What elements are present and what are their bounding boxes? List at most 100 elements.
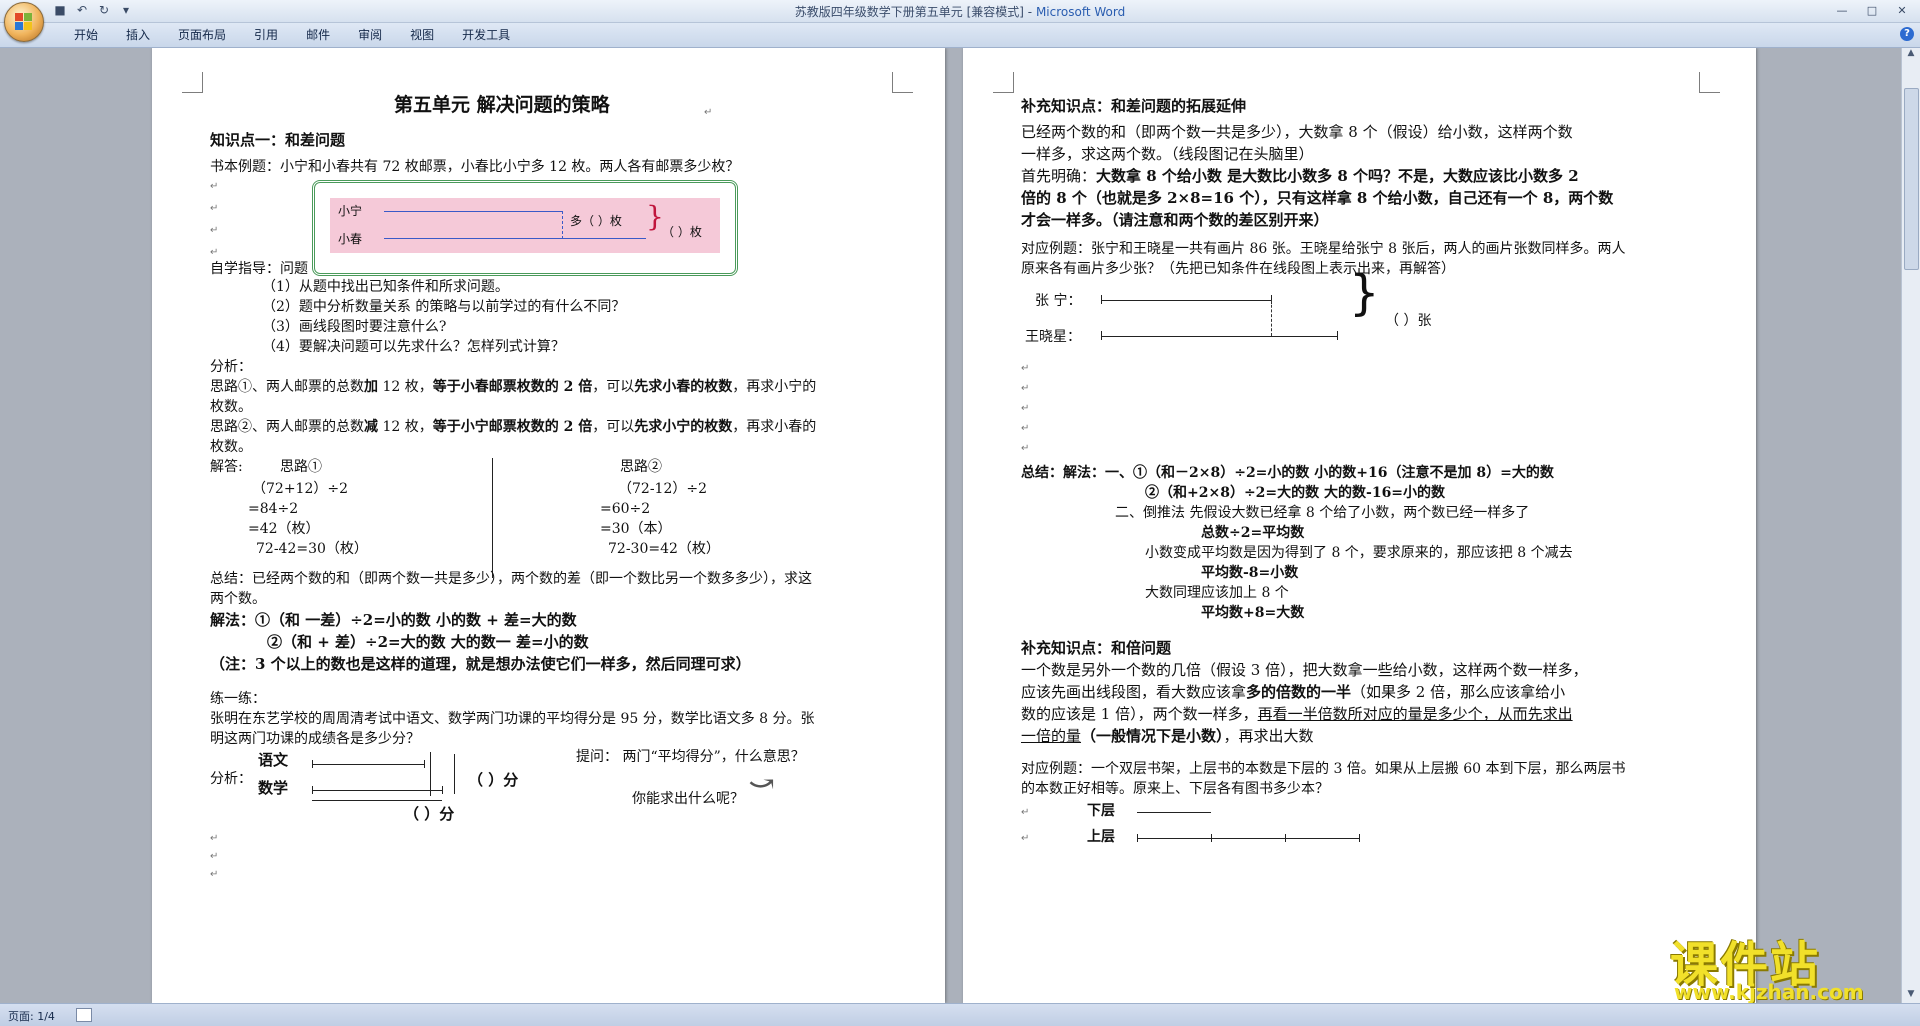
close-icon[interactable]: ✕: [1888, 2, 1916, 19]
segment-tick: [1359, 834, 1360, 842]
scrollbar-thumb[interactable]: [1904, 88, 1919, 270]
guide-heading: 自学指导：问题: [210, 261, 308, 277]
idea-1-part: 先求小春的枚数: [634, 379, 733, 395]
solution-1-line: =84÷2: [248, 501, 299, 517]
paragraph-line: 一个数是另外一个数的几倍（假设 3 倍），把大数拿一些给小数，这样两个数一样多，: [1021, 661, 1588, 679]
solution-2-line: 72-30=42（枚）: [608, 541, 720, 557]
paragraph-line: 首先明确：大数拿 8 个给小数 是大数比小数多 8 个吗？不是，大数应该比小数多…: [1021, 166, 1579, 186]
solution-divider: [492, 458, 493, 578]
paragraph-line: 已经两个数的和（即两个数一共是多少），大数拿 8 个（假设）给小数，这样两个数: [1021, 123, 1573, 141]
idea-1-part: 加: [364, 379, 378, 395]
idea-1-part: 思路①、两人邮票的总数: [210, 379, 364, 395]
status-bar: 页面: 1/4: [0, 1003, 1920, 1026]
paragraph-mark: ↵: [1021, 423, 1030, 434]
document-page-1[interactable]: 第五单元 解决问题的策略 ↵ 知识点一：和差问题 书本例题：小宁和小春共有 72…: [152, 48, 945, 1003]
summary-line-2: 两个数。: [210, 591, 266, 607]
paragraph-part: 一倍的量: [1021, 727, 1082, 745]
paragraph-line: 数的应该是 1 倍），两个数一样多，再看一半倍数所对应的量是多少个，从而先求出: [1021, 704, 1573, 724]
score-blank-1: （ ）分: [468, 771, 519, 789]
tab-references[interactable]: 引用: [240, 27, 292, 43]
question-followup: 你能求出什么呢？: [632, 791, 744, 807]
paragraph-part: 再看一半倍数所对应的量是多少个，从而先求出: [1257, 705, 1573, 723]
section-heading: 补充知识点：和差问题的拓展延伸: [1021, 97, 1247, 115]
idea-2-part: 先求小宁的枚数: [634, 419, 733, 435]
help-icon[interactable]: ?: [1900, 27, 1914, 41]
analysis-label: 分析：: [210, 359, 252, 375]
summary-part: ①（和－2×8）÷2=小的数 小的数+16（注意不是加 8）=大的数: [1133, 465, 1554, 481]
proofing-icon[interactable]: [76, 1008, 92, 1022]
watermark-logo: 课件站 www.kjzhan.com: [1654, 925, 1916, 1004]
summary-part: 总结：解法：一、: [1021, 465, 1133, 481]
segment-upper: [1137, 838, 1359, 839]
tab-review[interactable]: 审阅: [344, 27, 396, 43]
tab-mailings[interactable]: 邮件: [292, 27, 344, 43]
idea-2-part: 12 枚，: [378, 419, 433, 435]
idea-2-part: ，可以: [592, 419, 635, 435]
idea-1-line-1: 思路①、两人邮票的总数加 12 枚，等于小春邮票枚数的 2 倍，可以先求小春的枚…: [210, 378, 816, 396]
idea-2-part: 思路②、两人邮票的总数: [210, 419, 364, 435]
paragraph-mark: ↵: [704, 107, 713, 118]
label-upper-shelf: 上层: [1087, 829, 1115, 845]
tab-home[interactable]: 开始: [60, 27, 112, 43]
paragraph-part: （如果多 2 倍，那么应该拿给小: [1351, 683, 1566, 701]
segment-tick: [1137, 834, 1138, 842]
idea-2-part: 等于小宁邮票枚数的 2 倍: [432, 419, 593, 435]
paragraph-mark: ↵: [1021, 833, 1030, 844]
summary-line-1: 总结：已经两个数的和（即两个数一共是多少），两个数的差（即一个数比另一个数多多少…: [210, 571, 812, 587]
question-3: （3）画线段图时要注意什么?: [262, 319, 447, 335]
idea-2-line-2: 枚数。: [210, 439, 252, 455]
segment-tick: [430, 752, 431, 796]
vertical-scrollbar[interactable]: ▲ ▼: [1901, 48, 1920, 1003]
maximize-icon[interactable]: □: [1858, 2, 1886, 19]
note-text: （注：3 个以上的数也是这样的道理，就是想办法使它们一样多，然后同理可求）: [210, 655, 751, 673]
paragraph-mark: ↵: [1021, 383, 1030, 394]
segment-chinese: [312, 764, 424, 765]
segment-xiaochun: [384, 238, 646, 239]
summary-line: 总结：解法：一、①（和－2×8）÷2=小的数 小的数+16（注意不是加 8）=大…: [1021, 464, 1554, 482]
section-heading: 补充知识点：和倍问题: [1021, 639, 1172, 657]
segment-zhangning: [1101, 300, 1271, 301]
solution-1-line: =42（枚）: [248, 521, 320, 537]
paragraph-line: 才会一样多。（请注意和两个数的差区别开来）: [1021, 211, 1329, 229]
question-1: （1）从题中找出已知条件和所求问题。: [262, 279, 509, 295]
segment-wangxiaoxing: [1101, 336, 1337, 337]
paragraph-mark: ↵: [1021, 403, 1030, 414]
bracket-line: [454, 754, 455, 794]
segment-tick: [1211, 834, 1212, 842]
minimize-icon[interactable]: —: [1828, 2, 1856, 19]
question-2: （2）题中分析数量关系 的策略与以前学过的有什么不同？: [262, 299, 626, 315]
office-button[interactable]: [4, 2, 44, 42]
label-zhangning: 张 宁：: [1035, 293, 1082, 309]
tab-insert[interactable]: 插入: [112, 27, 164, 43]
method-2: ②（和 + 差）÷2=大的数 大的数一 差=小的数: [267, 633, 589, 651]
solution-1-line: （72+12）÷2: [252, 481, 348, 497]
segment-tick: [442, 786, 443, 794]
paragraph-mark: ↵: [210, 203, 219, 214]
idea-1-line-2: 枚数。: [210, 399, 252, 415]
page-indicator[interactable]: 页面: 1/4: [8, 1008, 55, 1024]
segment-xiaoning: [384, 211, 562, 212]
segment-tick: [424, 760, 425, 768]
tab-page-layout[interactable]: 页面布局: [164, 27, 240, 43]
scroll-up-icon[interactable]: ▲: [1902, 48, 1920, 62]
practice-heading: 练一练：: [210, 691, 266, 707]
tab-view[interactable]: 视图: [396, 27, 448, 43]
idea-2-part: 减: [364, 419, 378, 435]
crop-mark: [182, 72, 203, 93]
example-line: 原来各有画片多少张？（先把已知条件在线段图上表示出来，再解答）: [1021, 261, 1455, 277]
window-controls: — □ ✕: [1828, 2, 1916, 19]
document-page-2[interactable]: 补充知识点：和差问题的拓展延伸 已经两个数的和（即两个数一共是多少），大数拿 8…: [963, 48, 1756, 1003]
document-workspace[interactable]: 第五单元 解决问题的策略 ↵ 知识点一：和差问题 书本例题：小宁和小春共有 72…: [0, 48, 1902, 1003]
example-line: 对应例题：张宁和王晓星一共有画片 86 张。王晓星给张宁 8 张后，两人的画片张…: [1021, 241, 1626, 257]
score-blank-2: （ ）分: [404, 805, 455, 823]
label-wangxiaoxing: 王晓星：: [1025, 329, 1081, 345]
segment-lower: [1137, 812, 1211, 813]
paragraph-mark: ↵: [1021, 363, 1030, 374]
tab-developer[interactable]: 开发工具: [448, 27, 524, 43]
count-blank: （ ）张: [1385, 313, 1432, 329]
summary-line: 总数÷2=平均数: [1201, 525, 1305, 541]
summary-line: ②（和+2×8）÷2=大的数 大的数-16=小的数: [1145, 485, 1446, 501]
diagram-dashed-line: [562, 211, 563, 239]
paragraph-mark: ↵: [210, 247, 219, 258]
segment-tick: [312, 760, 313, 768]
